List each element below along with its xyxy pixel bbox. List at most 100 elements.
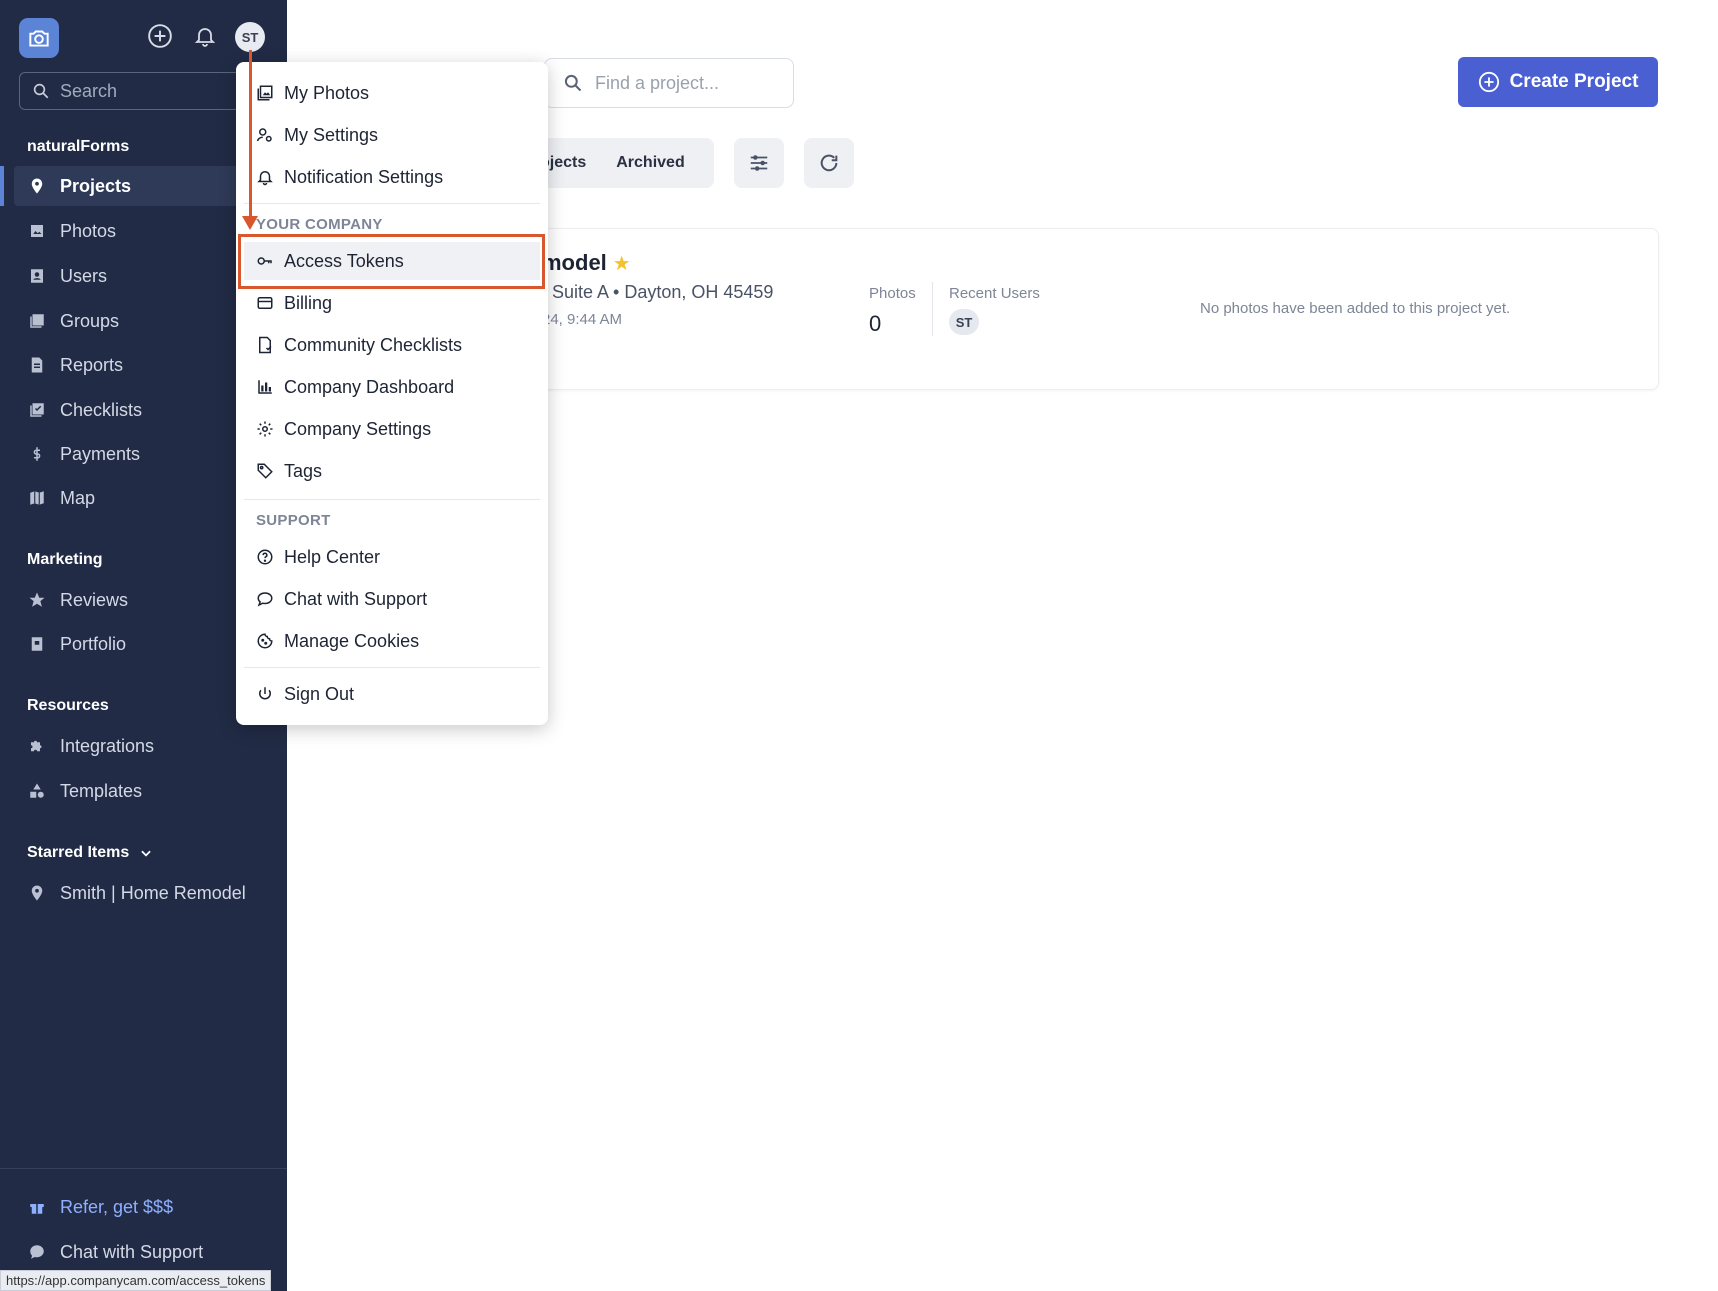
org-name: naturalForms bbox=[27, 138, 130, 155]
add-icon[interactable] bbox=[146, 22, 174, 50]
menu-divider bbox=[244, 203, 540, 204]
app-logo[interactable] bbox=[19, 18, 59, 58]
starred-icon[interactable]: ★ bbox=[613, 253, 631, 275]
filters-button[interactable] bbox=[734, 138, 784, 188]
company-section-title: YOUR COMPANY bbox=[256, 216, 383, 233]
sidebar-item-users[interactable]: Users bbox=[14, 256, 274, 296]
dollar-icon bbox=[33, 447, 41, 461]
checklist-icon bbox=[30, 403, 44, 417]
sidebar-search-input[interactable]: Search bbox=[19, 72, 269, 110]
menu-item-chat-support[interactable]: Chat with Support bbox=[244, 580, 540, 618]
menu-item-billing[interactable]: Billing bbox=[244, 284, 540, 322]
portfolio-icon bbox=[31, 637, 43, 651]
marketing-section-title: Marketing bbox=[27, 551, 103, 568]
menu-item-company-dashboard[interactable]: Company Dashboard bbox=[244, 368, 540, 406]
refresh-button[interactable] bbox=[804, 138, 854, 188]
menu-item-label: Community Checklists bbox=[284, 334, 463, 355]
checklist-doc-icon bbox=[259, 336, 272, 354]
menu-item-help-center[interactable]: Help Center bbox=[244, 538, 540, 576]
sliders-icon bbox=[750, 155, 768, 171]
menu-divider bbox=[244, 499, 540, 500]
sidebar-item-portfolio[interactable]: Portfolio bbox=[14, 624, 274, 664]
project-title-wrap[interactable]: model ★ bbox=[542, 250, 631, 276]
user-card-icon bbox=[31, 269, 43, 283]
create-project-button[interactable]: Create Project bbox=[1458, 57, 1658, 107]
starred-section-title: Starred Items bbox=[27, 844, 130, 861]
find-project-input[interactable]: Find a project... bbox=[544, 58, 794, 108]
user-settings-icon bbox=[256, 128, 272, 142]
user-avatar[interactable]: ST bbox=[235, 22, 265, 52]
status-bar-url: https://app.companycam.com/access_tokens bbox=[0, 1270, 272, 1291]
sidebar-item-reviews[interactable]: Reviews bbox=[14, 580, 274, 620]
chat-icon bbox=[257, 592, 273, 607]
menu-item-label: My Settings bbox=[284, 124, 379, 145]
shapes-icon bbox=[30, 783, 44, 798]
sidebar-item-label: Portfolio bbox=[60, 633, 127, 654]
refer-link[interactable]: Refer, get $$$ bbox=[14, 1187, 274, 1227]
sidebar-item-label: Groups bbox=[60, 310, 120, 331]
menu-item-my-settings[interactable]: My Settings bbox=[244, 116, 540, 154]
chevron-down-icon bbox=[141, 850, 151, 857]
stat-divider bbox=[932, 282, 933, 336]
sidebar-chat-support[interactable]: Chat with Support bbox=[14, 1232, 274, 1272]
project-title: model bbox=[542, 250, 607, 275]
credit-card-icon bbox=[257, 297, 273, 309]
no-photos-message: No photos have been added to this projec… bbox=[1200, 300, 1511, 317]
refresh-icon bbox=[820, 154, 838, 172]
sidebar-item-payments[interactable]: Payments bbox=[14, 434, 274, 474]
menu-item-community-checklists[interactable]: Community Checklists bbox=[244, 326, 540, 364]
sidebar-item-reports[interactable]: Reports bbox=[14, 345, 274, 385]
power-icon bbox=[259, 687, 271, 700]
sidebar-item-label: Projects bbox=[60, 175, 132, 196]
annotation-arrow-line bbox=[249, 50, 252, 220]
help-icon bbox=[257, 549, 273, 565]
sidebar-item-label: Reviews bbox=[60, 589, 129, 610]
menu-item-my-photos[interactable]: My Photos bbox=[244, 74, 540, 112]
user-menu-dropdown: My Photos My Settings Notification Setti… bbox=[236, 62, 548, 725]
sidebar-item-checklists[interactable]: Checklists bbox=[14, 390, 274, 430]
menu-item-sign-out[interactable]: Sign Out bbox=[244, 675, 540, 713]
find-project-placeholder: Find a project... bbox=[595, 72, 720, 93]
tab-archived[interactable]: Archived bbox=[616, 154, 684, 172]
sidebar-item-templates[interactable]: Templates bbox=[14, 771, 274, 811]
menu-item-tags[interactable]: Tags bbox=[244, 452, 540, 490]
menu-item-manage-cookies[interactable]: Manage Cookies bbox=[244, 622, 540, 660]
menu-item-label: Company Dashboard bbox=[284, 376, 455, 397]
menu-item-label: Help Center bbox=[284, 546, 381, 567]
tags-icon bbox=[257, 463, 273, 479]
starred-section-toggle[interactable]: Starred Items bbox=[27, 844, 153, 862]
search-icon bbox=[564, 74, 582, 92]
recent-user-avatar[interactable]: ST bbox=[949, 309, 979, 335]
sidebar-item-label: Integrations bbox=[60, 735, 155, 756]
chat-bubble-icon bbox=[30, 1245, 44, 1259]
project-date: 24, 9:44 AM bbox=[542, 311, 623, 328]
sidebar-item-photos[interactable]: Photos bbox=[14, 211, 274, 251]
menu-item-label: Manage Cookies bbox=[284, 630, 420, 651]
sidebar-item-groups[interactable]: Groups bbox=[14, 301, 274, 341]
starred-item[interactable]: Smith | Home Remodel bbox=[14, 873, 274, 913]
menu-item-notification-settings[interactable]: Notification Settings bbox=[244, 158, 540, 196]
bell-icon[interactable] bbox=[191, 22, 219, 50]
resources-section-title: Resources bbox=[27, 697, 109, 714]
sidebar-item-label: Smith | Home Remodel bbox=[60, 882, 246, 903]
sidebar-item-integrations[interactable]: Integrations bbox=[14, 726, 274, 766]
sidebar-item-label: Chat with Support bbox=[60, 1241, 204, 1262]
photos-label: Photos bbox=[869, 285, 916, 302]
pin-icon bbox=[31, 885, 43, 901]
annotation-arrow-head bbox=[242, 216, 258, 230]
map-pin-icon bbox=[31, 178, 43, 194]
photos-count: 0 bbox=[869, 311, 882, 336]
create-project-label: Create Project bbox=[1509, 71, 1639, 92]
sidebar-item-label: Photos bbox=[60, 220, 117, 241]
sidebar-item-label: Checklists bbox=[60, 399, 143, 420]
gear-icon bbox=[257, 421, 273, 437]
map-icon bbox=[30, 491, 44, 505]
gift-icon bbox=[30, 1204, 44, 1214]
menu-item-company-settings[interactable]: Company Settings bbox=[244, 410, 540, 448]
sidebar-item-map[interactable]: Map bbox=[14, 478, 274, 518]
camera-logo-icon bbox=[29, 30, 49, 47]
menu-item-label: My Photos bbox=[284, 82, 370, 103]
menu-item-label: Chat with Support bbox=[284, 588, 428, 609]
annotation-highlight-box bbox=[238, 234, 545, 289]
sidebar-item-projects[interactable]: Projects bbox=[0, 166, 274, 206]
